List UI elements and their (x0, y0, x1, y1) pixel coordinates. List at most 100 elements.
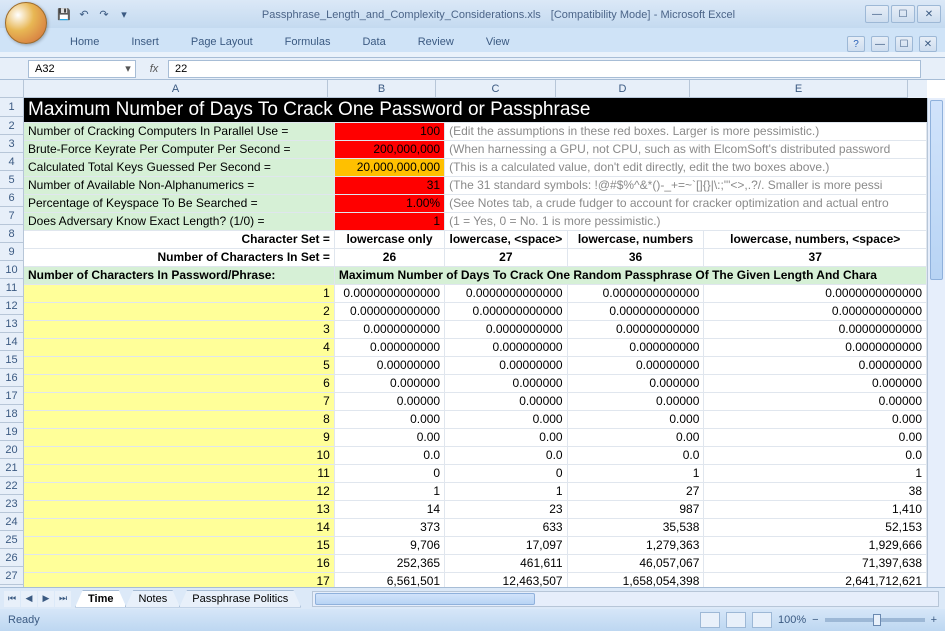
cell[interactable]: 0.000000 (567, 374, 704, 392)
view-page-layout-button[interactable] (726, 612, 746, 628)
cell[interactable]: 0.0000000000 (445, 320, 568, 338)
cell[interactable]: 8 (24, 410, 334, 428)
undo-icon[interactable]: ↶ (76, 6, 92, 22)
cell[interactable]: 0.0000000000000 (334, 284, 444, 302)
close-button[interactable]: ✕ (917, 5, 941, 23)
tab-data[interactable]: Data (348, 32, 399, 52)
cell[interactable]: 0.0000000000000 (704, 284, 927, 302)
cell[interactable]: 1,929,666 (704, 536, 927, 554)
row-header[interactable]: 12 (0, 297, 24, 315)
cell[interactable]: 2,641,712,621 (704, 572, 927, 587)
cell[interactable]: 0.00000 (334, 392, 444, 410)
cell[interactable]: 0.00000000000 (704, 320, 927, 338)
cell[interactable]: 0.000000000000 (567, 302, 704, 320)
horizontal-scroll-thumb[interactable] (315, 593, 535, 605)
cell[interactable]: 200,000,000 (334, 140, 444, 158)
cell[interactable]: 0.000 (445, 410, 568, 428)
cell[interactable]: 0.000000 (704, 374, 927, 392)
doc-close-button[interactable]: ✕ (919, 36, 937, 52)
cell[interactable]: 6 (24, 374, 334, 392)
column-header[interactable]: D (556, 80, 690, 98)
cell[interactable]: 38 (704, 482, 927, 500)
tab-insert[interactable]: Insert (117, 32, 173, 52)
cell[interactable]: 20,000,000,000 (334, 158, 444, 176)
tab-page-layout[interactable]: Page Layout (177, 32, 267, 52)
cell[interactable]: 31 (334, 176, 444, 194)
cell[interactable]: 14 (334, 500, 444, 518)
cell[interactable]: 0.00 (704, 428, 927, 446)
cell[interactable]: 36 (567, 248, 704, 266)
row-header[interactable]: 28 (0, 585, 24, 587)
cell[interactable]: (Edit the assumptions in these red boxes… (445, 122, 927, 140)
cell[interactable]: 17 (24, 572, 334, 587)
cell[interactable]: 1 (567, 464, 704, 482)
select-all-corner[interactable] (0, 80, 24, 98)
cell[interactable]: 1,658,054,398 (567, 572, 704, 587)
cell[interactable]: 0.0000000000000 (445, 284, 568, 302)
cell[interactable]: 0.000000000 (334, 338, 444, 356)
redo-icon[interactable]: ↷ (96, 6, 112, 22)
cell[interactable]: 1 (334, 212, 444, 230)
cell[interactable]: 10 (24, 446, 334, 464)
cell[interactable]: 0.0000000000000 (567, 284, 704, 302)
row-header[interactable]: 24 (0, 513, 24, 531)
cell[interactable]: 12 (24, 482, 334, 500)
cell[interactable]: 0.000000000000 (334, 302, 444, 320)
cell[interactable]: 1,279,363 (567, 536, 704, 554)
cell[interactable]: 27 (445, 248, 568, 266)
save-icon[interactable]: 💾 (56, 6, 72, 22)
cell[interactable]: lowercase, numbers (567, 230, 704, 248)
cell[interactable]: 100 (334, 122, 444, 140)
column-header[interactable]: E (690, 80, 908, 98)
cells-area[interactable]: Maximum Number of Days To Crack One Pass… (24, 98, 927, 587)
name-box-dropdown-icon[interactable]: ▾ (121, 62, 135, 75)
cell[interactable]: (See Notes tab, a crude fudger to accoun… (445, 194, 927, 212)
row-header[interactable]: 23 (0, 495, 24, 513)
tab-review[interactable]: Review (404, 32, 468, 52)
cell[interactable]: (When harnessing a GPU, not CPU, such as… (445, 140, 927, 158)
cell[interactable]: Maximum Number of Days To Crack One Rand… (334, 266, 926, 284)
cell[interactable]: 0.000000000 (445, 338, 568, 356)
cell[interactable]: 0.00000 (704, 392, 927, 410)
cell[interactable]: 5 (24, 356, 334, 374)
cell[interactable]: 0.000 (704, 410, 927, 428)
row-header[interactable]: 3 (0, 135, 24, 153)
row-header[interactable]: 4 (0, 153, 24, 171)
cell[interactable]: 0.00000000000 (567, 320, 704, 338)
zoom-slider[interactable] (825, 618, 925, 622)
column-headers[interactable]: ABCDE (24, 80, 927, 98)
cell[interactable]: Calculated Total Keys Guessed Per Second… (24, 158, 334, 176)
cell[interactable]: Percentage of Keyspace To Be Searched = (24, 194, 334, 212)
row-header[interactable]: 2 (0, 117, 24, 135)
cell[interactable]: 0.0 (567, 446, 704, 464)
restore-button[interactable]: ☐ (891, 5, 915, 23)
cell[interactable]: 7 (24, 392, 334, 410)
view-normal-button[interactable] (700, 612, 720, 628)
cell[interactable]: 4 (24, 338, 334, 356)
row-header[interactable]: 16 (0, 369, 24, 387)
column-header[interactable]: B (328, 80, 436, 98)
sheet-tab[interactable]: Time (75, 590, 126, 608)
row-header[interactable]: 22 (0, 477, 24, 495)
cell[interactable]: Number of Available Non-Alphanumerics = (24, 176, 334, 194)
cell[interactable]: 6,561,501 (334, 572, 444, 587)
row-header[interactable]: 7 (0, 207, 24, 225)
cell[interactable]: 17,097 (445, 536, 568, 554)
cell[interactable]: 27 (567, 482, 704, 500)
cell[interactable]: 0.00000 (567, 392, 704, 410)
cell[interactable]: 373 (334, 518, 444, 536)
view-page-break-button[interactable] (752, 612, 772, 628)
tab-formulas[interactable]: Formulas (271, 32, 345, 52)
cell[interactable]: 0.000000 (445, 374, 568, 392)
help-icon[interactable]: ? (847, 36, 865, 52)
cell[interactable]: 37 (704, 248, 927, 266)
sheet-nav-next-icon[interactable]: ▶ (38, 591, 54, 607)
cell[interactable]: 14 (24, 518, 334, 536)
cell[interactable]: 0 (445, 464, 568, 482)
name-box[interactable]: A32 ▾ (28, 60, 136, 78)
cell[interactable]: 0.0000000000 (704, 338, 927, 356)
cell[interactable]: 35,538 (567, 518, 704, 536)
cell[interactable]: 0.00 (334, 428, 444, 446)
row-header[interactable]: 13 (0, 315, 24, 333)
cell[interactable]: Number of Characters In Password/Phrase: (24, 266, 334, 284)
